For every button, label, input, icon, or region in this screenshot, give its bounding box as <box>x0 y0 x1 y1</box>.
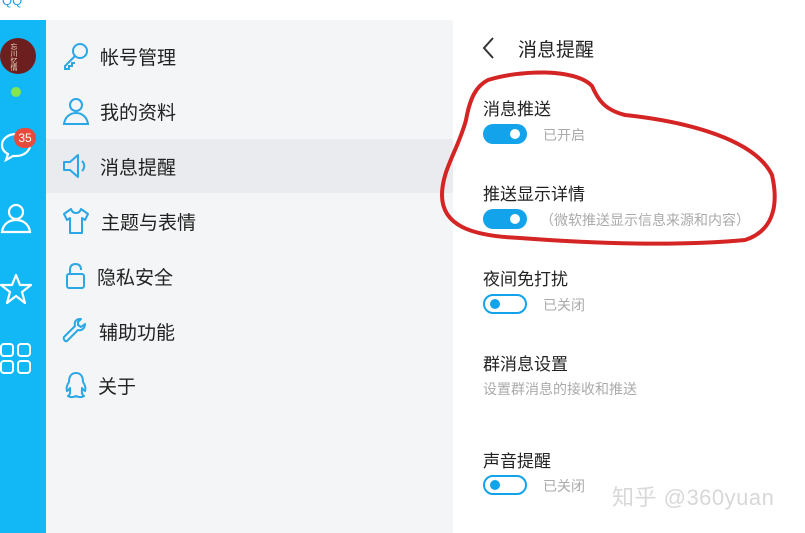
favorites-star-icon[interactable] <box>0 273 32 305</box>
setting-status: 已关闭 <box>543 298 585 314</box>
setting-status: （微软推送显示信息来源和内容） <box>540 213 750 229</box>
menu-item-label: 我的资料 <box>100 102 177 124</box>
setting-description: 设置群消息的接收和推送 <box>483 382 637 398</box>
menu-item-label: 消息提醒 <box>100 157 177 179</box>
setting-title-push-details: 推送显示详情 <box>483 185 585 205</box>
toggle-knob <box>510 214 520 224</box>
apps-grid-icon[interactable] <box>0 343 32 375</box>
setting-title-sound: 声音提醒 <box>483 452 551 472</box>
contacts-icon[interactable] <box>0 202 32 234</box>
speaker-icon <box>63 154 86 178</box>
menu-item-notifications[interactable]: 消息提醒 <box>46 139 453 193</box>
penguin-icon <box>65 372 87 399</box>
toggle-knob <box>490 480 500 490</box>
menu-item-label: 关于 <box>98 376 137 398</box>
menu-item-label: 隐私安全 <box>97 267 174 289</box>
menu-item-privacy[interactable]: 隐私安全 <box>46 249 453 303</box>
setting-title-do-not-disturb: 夜间免打扰 <box>483 270 568 290</box>
avatar[interactable]: 忘川忆情 <box>0 38 36 74</box>
push-toggle[interactable] <box>483 124 527 144</box>
menu-item-profile[interactable]: 我的资料 <box>46 84 453 138</box>
settings-menu: 帐号管理 我的资料 消息提醒 主题与表情 隐私安全 辅助功能 关于 <box>46 20 453 533</box>
do-not-disturb-toggle[interactable] <box>483 294 527 314</box>
back-arrow-icon[interactable] <box>481 36 497 60</box>
panel-title: 消息提醒 <box>518 39 595 61</box>
setting-title-group-messages[interactable]: 群消息设置 <box>483 350 568 375</box>
push-details-toggle[interactable] <box>483 209 527 229</box>
toggle-knob <box>510 129 520 139</box>
sound-toggle[interactable] <box>483 475 527 495</box>
menu-item-theme[interactable]: 主题与表情 <box>46 194 453 248</box>
menu-item-account[interactable]: 帐号管理 <box>46 29 453 83</box>
avatar-text: 忘川忆情 <box>10 43 18 71</box>
menu-item-about[interactable]: 关于 <box>46 358 453 412</box>
menu-item-label: 辅助功能 <box>99 322 176 344</box>
online-status-dot <box>11 87 21 97</box>
menu-item-label: 帐号管理 <box>100 47 177 69</box>
wrench-icon <box>62 318 86 343</box>
key-icon <box>64 43 88 70</box>
app-title: QQ <box>2 0 23 8</box>
menu-item-accessibility[interactable]: 辅助功能 <box>46 304 453 358</box>
setting-title-push: 消息推送 <box>483 100 551 120</box>
lock-icon <box>66 262 85 289</box>
menu-item-label: 主题与表情 <box>101 212 197 234</box>
unread-message-badge: 35 <box>14 128 36 148</box>
window-title-bar: QQ <box>0 0 805 20</box>
watermark: 知乎 @360yuan <box>612 485 775 510</box>
setting-status: 已关闭 <box>543 479 585 495</box>
toggle-knob <box>490 299 500 309</box>
person-icon <box>62 98 90 125</box>
setting-status: 已开启 <box>543 128 585 144</box>
tshirt-icon <box>63 208 89 234</box>
